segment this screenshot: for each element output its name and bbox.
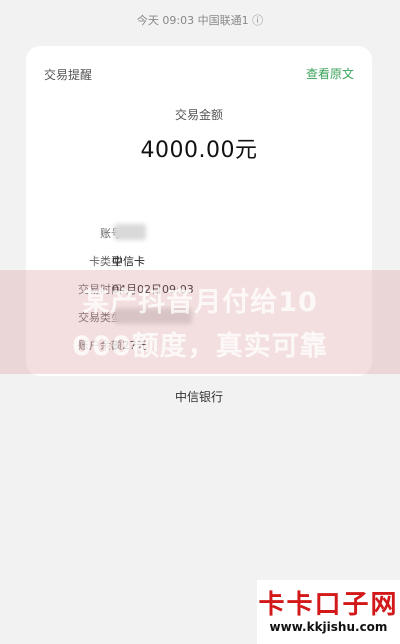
promo-line-1: 某产抖音月付给10 — [82, 287, 318, 318]
account-label: 账号 — [100, 227, 122, 240]
site-watermark: 卡卡口子网 www.kkjishu.com — [257, 580, 400, 644]
promo-overlay-text: 某产抖音月付给10 000额度，真实可靠 — [0, 281, 400, 369]
bank-name: 中信银行 — [174, 390, 223, 404]
promo-line-2: 000额度，真实可靠 — [72, 331, 328, 362]
row-account: 账号 — [26, 222, 372, 244]
row-card-type: 卡类型 中信卡 — [26, 250, 372, 272]
status-bar: 今天 09:03 中国联通1 ⓘ — [136, 14, 264, 27]
card-title: 交易提醒 — [44, 68, 93, 82]
amount-value: 4000.00元 — [140, 138, 258, 163]
card-type-label: 卡类型 — [89, 255, 122, 268]
amount-label: 交易金额 — [174, 108, 223, 122]
view-original-link[interactable]: 查看原文 — [306, 65, 354, 82]
watermark-title: 卡卡口子网 — [258, 590, 399, 620]
account-blur — [114, 224, 146, 240]
watermark-url: www.kkjishu.com — [269, 620, 388, 634]
card-type-value: 中信卡 — [112, 255, 145, 268]
